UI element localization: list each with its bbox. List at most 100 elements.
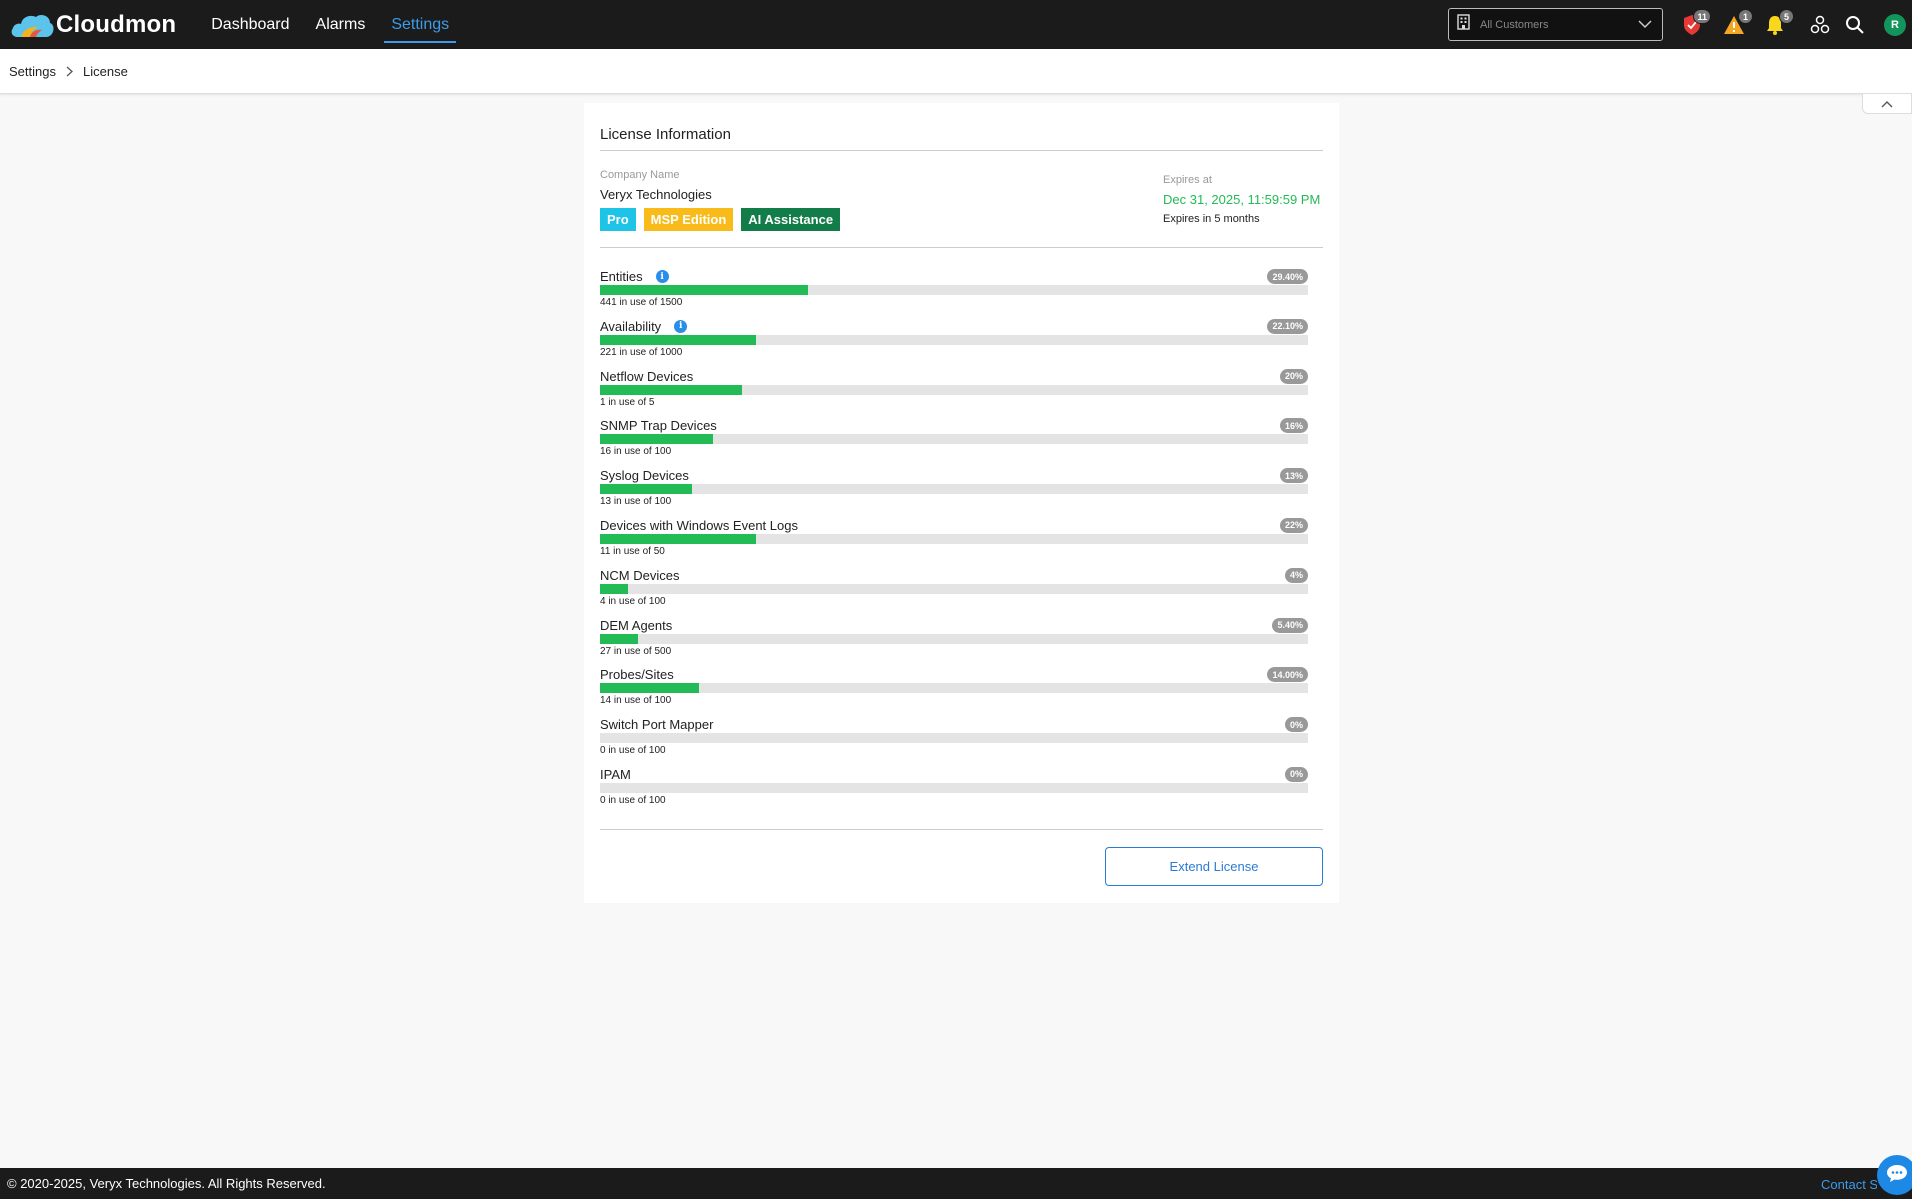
meter-label: SNMP Trap Devices	[600, 418, 717, 433]
meter-label-text: DEM Agents	[600, 617, 673, 633]
license-meter: Switch Port Mapper 0% 0 in use of 100	[600, 714, 1308, 764]
divider	[600, 150, 1323, 151]
breadcrumb-settings[interactable]: Settings	[9, 64, 56, 79]
meter-usage-text: 27 in use of 500	[600, 645, 672, 657]
meter-progress-track	[600, 533, 1308, 544]
meter-percent-badge: 20%	[1279, 368, 1308, 384]
meter-progress-fill	[600, 583, 629, 594]
meter-progress-track	[600, 782, 1308, 793]
security-badge: 11	[1693, 9, 1711, 24]
meter-label-text: Switch Port Mapper	[600, 717, 714, 733]
expires-relative: Expires in 5 months	[1163, 213, 1260, 225]
meter-percent-badge: 29.40%	[1267, 269, 1308, 284]
company-name: Veryx Technologies	[600, 187, 712, 202]
info-icon[interactable]: i	[655, 270, 669, 283]
meter-label-text: Syslog Devices	[600, 468, 689, 484]
license-meter: Entities i 29.40% 441 in use of 1500	[600, 266, 1308, 316]
warning-badge: 1	[1738, 9, 1753, 24]
meter-label-text: IPAM	[600, 766, 631, 782]
meter-label: Availability i	[600, 318, 688, 334]
meter-label: Devices with Windows Event Logs	[600, 518, 798, 533]
meter-progress-fill	[600, 285, 809, 295]
security-shield-icon[interactable]: 11	[1679, 9, 1711, 38]
license-meter: DEM Agents 5.40% 27 in use of 500	[600, 615, 1308, 665]
cloud-logo-icon	[10, 10, 54, 40]
warning-icon[interactable]: 1	[1721, 9, 1753, 38]
nav-dashboard[interactable]: Dashboard	[198, 0, 302, 49]
license-meter: IPAM 0% 0 in use of 100	[600, 764, 1308, 814]
tag-pro: Pro	[600, 208, 636, 231]
notification-bell-icon[interactable]: 5	[1762, 9, 1794, 38]
meter-percent-badge: 0%	[1284, 766, 1308, 782]
meter-progress-fill	[600, 384, 742, 395]
meter-usage-text: 16 in use of 100	[600, 446, 672, 458]
license-meter: Syslog Devices 13% 13 in use of 100	[600, 465, 1308, 515]
meter-label-text: NCM Devices	[600, 567, 680, 583]
search-icon[interactable]	[1842, 12, 1868, 38]
chat-button[interactable]	[1877, 1155, 1912, 1195]
tag-ai-assistance: AI Assistance	[741, 208, 841, 231]
customer-select[interactable]: All Customers	[1448, 8, 1663, 41]
meter-percent-badge: 5.40%	[1272, 617, 1308, 633]
brand-name: Cloudmon	[56, 10, 177, 38]
chevron-up-icon	[1881, 95, 1893, 113]
expires-date: Dec 31, 2025, 11:59:59 PM	[1163, 192, 1321, 207]
nav-settings[interactable]: Settings	[378, 0, 462, 49]
meter-usage-text: 14 in use of 100	[600, 695, 672, 707]
meter-label: Netflow Devices	[600, 369, 693, 384]
meter-label-text: Devices with Windows Event Logs	[600, 517, 798, 533]
notification-badge: 5	[1779, 9, 1794, 24]
brand-logo[interactable]: Cloudmon	[10, 0, 176, 49]
nav-alarms[interactable]: Alarms	[303, 0, 379, 49]
meter-progress-fill	[600, 484, 693, 495]
meter-usage-text: 0 in use of 100	[600, 794, 666, 806]
chevron-right-icon	[66, 66, 73, 77]
meter-label-text: Probes/Sites	[600, 667, 674, 683]
meter-label: Probes/Sites	[600, 667, 674, 682]
meter-progress-track	[600, 285, 1308, 295]
meter-progress-track	[600, 683, 1308, 694]
building-icon	[1457, 14, 1470, 35]
extend-license-button[interactable]: Extend License	[1105, 847, 1323, 886]
meter-label: NCM Devices	[600, 568, 679, 583]
meter-progress-fill	[600, 334, 757, 345]
meter-usage-text: 1 in use of 5	[600, 396, 655, 408]
meter-usage-text: 0 in use of 100	[600, 745, 666, 757]
footer: © 2020-2025, Veryx Technologies. All Rig…	[0, 1168, 1912, 1199]
collapse-toggle[interactable]	[1862, 94, 1912, 114]
main-nav: Dashboard Alarms Settings	[198, 0, 462, 49]
card-title: License Information	[600, 126, 731, 143]
meter-progress-track	[600, 484, 1308, 495]
meter-progress-fill	[600, 683, 700, 694]
breadcrumb: Settings License	[0, 49, 1912, 94]
license-meter: Netflow Devices 20% 1 in use of 5	[600, 366, 1308, 416]
chat-bubble-icon	[1886, 1163, 1908, 1188]
avatar[interactable]: R	[1884, 14, 1906, 36]
license-meter: NCM Devices 4% 4 in use of 100	[600, 565, 1308, 615]
info-icon[interactable]: i	[674, 319, 688, 333]
meter-progress-fill	[600, 533, 756, 544]
meter-percent-badge: 22%	[1279, 517, 1308, 533]
meter-progress-track	[600, 583, 1308, 594]
meter-usage-text: 11 in use of 50	[600, 545, 665, 557]
customer-select-value: All Customers	[1480, 18, 1549, 31]
meter-label: Entities i	[600, 269, 669, 284]
meter-progress-fill	[600, 633, 639, 644]
contact-support-link[interactable]: Contact Support	[1821, 1177, 1877, 1192]
meter-label-text: Availability	[600, 318, 662, 334]
meter-progress-track	[600, 733, 1308, 744]
meter-label: DEM Agents	[600, 618, 672, 633]
meter-usage-text: 441 in use of 1500	[600, 297, 683, 308]
license-tags: Pro MSP Edition AI Assistance	[600, 208, 841, 231]
integrations-icon[interactable]	[1807, 12, 1833, 38]
meter-usage-text: 4 in use of 100	[600, 595, 666, 607]
meter-label: IPAM	[600, 767, 631, 782]
meter-percent-badge: 22.10%	[1267, 318, 1308, 334]
license-card: License Information Company Name Veryx T…	[584, 103, 1339, 903]
expires-label: Expires at	[1163, 174, 1212, 186]
top-nav-bar: Cloudmon Dashboard Alarms Settings All C…	[0, 0, 1912, 49]
meter-percent-badge: 16%	[1279, 418, 1308, 434]
meter-percent-badge: 0%	[1284, 717, 1308, 733]
breadcrumb-license: License	[82, 63, 128, 79]
company-name-label: Company Name	[600, 169, 680, 181]
